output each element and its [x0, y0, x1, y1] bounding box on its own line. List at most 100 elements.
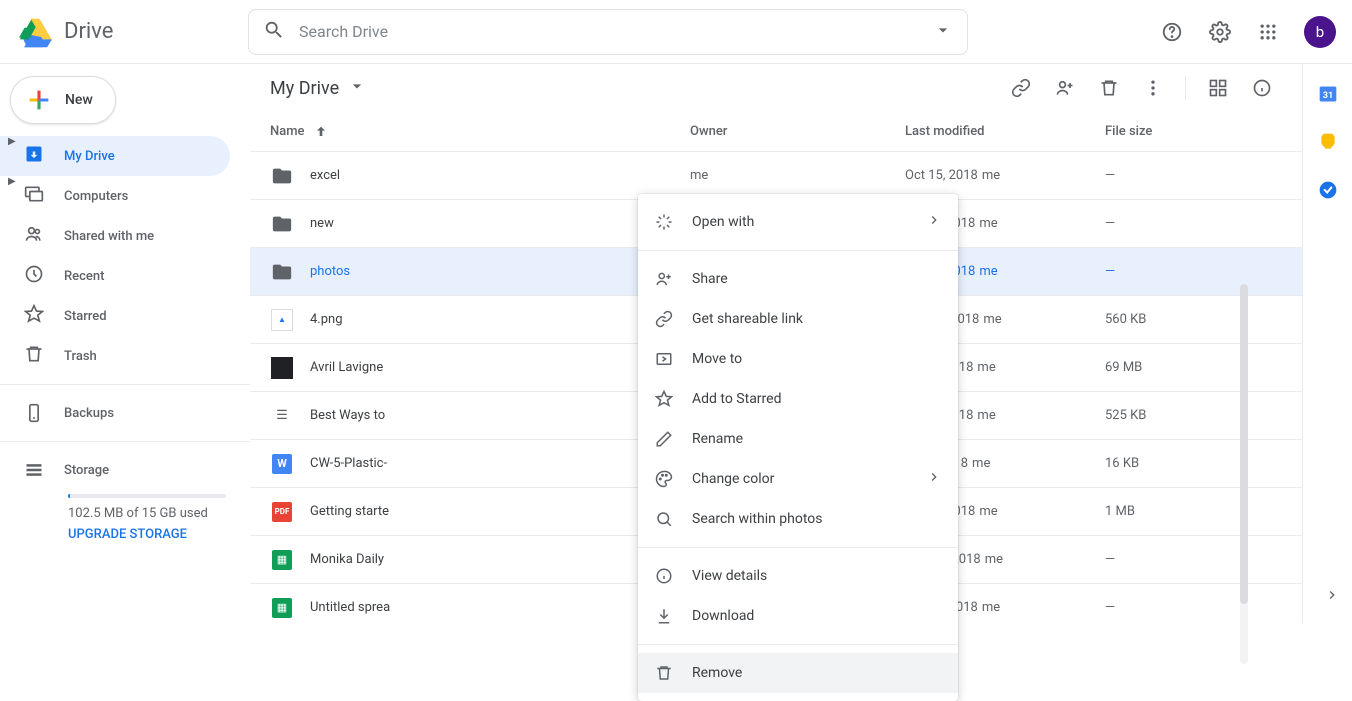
menu-item-label: Rename	[692, 431, 743, 447]
menu-divider	[638, 547, 958, 548]
menu-item-get-shareable-link[interactable]: Get shareable link	[638, 299, 958, 339]
sidebar-item-my-drive[interactable]: My Drive	[0, 136, 230, 176]
file-size: —	[1105, 264, 1282, 279]
new-button[interactable]: New	[10, 76, 116, 124]
tasks-addon-icon[interactable]	[1318, 180, 1338, 200]
search-options-dropdown-icon[interactable]	[933, 20, 953, 44]
sidebar-item-shared-with-me[interactable]: Shared with me	[0, 216, 230, 256]
sidebar-item-recent[interactable]: Recent	[0, 256, 230, 296]
file-modified: Oct 15, 2018me	[905, 168, 1105, 183]
column-name[interactable]: Name	[270, 124, 690, 140]
sidebar-item-label: Shared with me	[64, 229, 154, 244]
menu-item-search-within-photos[interactable]: Search within photos	[638, 499, 958, 539]
side-panel: 31	[1302, 64, 1352, 623]
sidebar-item-computers[interactable]: Computers	[0, 176, 230, 216]
more-options-icon[interactable]	[1133, 68, 1173, 108]
file-type-icon: ▦	[270, 596, 294, 620]
menu-item-label: Download	[692, 608, 754, 624]
search-bar[interactable]	[248, 9, 968, 55]
menu-item-share[interactable]: Share	[638, 259, 958, 299]
calendar-addon-icon[interactable]: 31	[1318, 84, 1338, 104]
expand-caret-icon[interactable]: ▶	[8, 176, 20, 187]
menu-item-add-to-starred[interactable]: Add to Starred	[638, 379, 958, 419]
file-name: Getting starte	[310, 504, 389, 519]
sidebar-item-starred[interactable]: Starred	[0, 296, 230, 336]
column-size[interactable]: File size	[1105, 124, 1282, 139]
file-name: 4.png	[310, 312, 343, 327]
view-details-icon[interactable]	[1242, 68, 1282, 108]
column-modified[interactable]: Last modified	[905, 124, 1105, 139]
file-name: Untitled sprea	[310, 600, 390, 615]
settings-icon[interactable]	[1200, 12, 1240, 52]
menu-divider	[638, 250, 958, 251]
get-link-icon[interactable]	[1001, 68, 1041, 108]
info-icon	[654, 566, 674, 586]
svg-text:31: 31	[1322, 91, 1333, 101]
search-container	[248, 9, 968, 55]
sidebar-divider	[0, 441, 250, 442]
nav-icon	[24, 264, 44, 288]
hide-side-panel-icon[interactable]	[1324, 587, 1340, 607]
share-icon[interactable]	[1045, 68, 1085, 108]
menu-item-label: Add to Starred	[692, 391, 781, 407]
sidebar-item-storage[interactable]: Storage	[0, 450, 250, 490]
search-input[interactable]	[299, 22, 923, 41]
file-size: 1 MB	[1105, 504, 1282, 519]
nav-icon	[24, 184, 44, 208]
menu-item-move-to[interactable]: Move to	[638, 339, 958, 379]
file-type-icon: ▲	[270, 308, 294, 332]
menu-item-open-with[interactable]: Open with	[638, 202, 958, 242]
user-avatar[interactable]: b	[1304, 16, 1336, 48]
trash-icon	[654, 663, 674, 683]
move-icon	[654, 349, 674, 369]
sidebar-item-label: Computers	[64, 189, 128, 204]
help-icon[interactable]	[1152, 12, 1192, 52]
keep-addon-icon[interactable]	[1318, 132, 1338, 152]
menu-item-download[interactable]: Download	[638, 596, 958, 636]
file-type-icon	[270, 260, 294, 284]
logo-area[interactable]: Drive	[16, 12, 248, 52]
plus-icon	[25, 86, 53, 114]
link-icon	[654, 309, 674, 329]
column-owner[interactable]: Owner	[690, 124, 905, 139]
menu-item-remove[interactable]: Remove	[638, 653, 958, 693]
sidebar-item-trash[interactable]: Trash	[0, 336, 230, 376]
palette-icon	[654, 469, 674, 489]
content-toolbar: My Drive	[250, 64, 1302, 112]
menu-divider	[638, 644, 958, 645]
file-size: —	[1105, 600, 1282, 615]
chevron-right-icon	[926, 469, 942, 489]
file-row[interactable]: excel me Oct 15, 2018me —	[250, 152, 1302, 200]
open-icon	[654, 212, 674, 232]
nav-icon	[24, 224, 44, 248]
menu-item-label: Get shareable link	[692, 311, 803, 327]
sidebar-item-backups[interactable]: Backups	[0, 393, 230, 433]
header: Drive b	[0, 0, 1352, 64]
menu-item-view-details[interactable]: View details	[638, 556, 958, 596]
backup-icon	[24, 403, 44, 423]
sidebar-item-label: Recent	[64, 269, 104, 284]
file-size: 525 KB	[1105, 408, 1282, 423]
trash-icon[interactable]	[1089, 68, 1129, 108]
scrollbar[interactable]	[1240, 284, 1248, 664]
breadcrumb[interactable]: My Drive	[258, 70, 369, 107]
file-owner: me	[690, 168, 905, 183]
rename-icon	[654, 429, 674, 449]
view-grid-icon[interactable]	[1198, 68, 1238, 108]
file-type-icon	[270, 212, 294, 236]
sidebar-item-label: My Drive	[64, 149, 115, 164]
sidebar-item-label: Backups	[64, 406, 114, 421]
apps-grid-icon[interactable]	[1248, 12, 1288, 52]
menu-item-label: Share	[692, 271, 728, 287]
storage-label: Storage	[64, 463, 109, 478]
file-type-icon	[270, 164, 294, 188]
chevron-right-icon	[926, 212, 942, 232]
menu-item-rename[interactable]: Rename	[638, 419, 958, 459]
menu-item-label: Move to	[692, 351, 742, 367]
sidebar: New ▶ My Drive ▶ Computers Shared with me Rec…	[0, 64, 250, 623]
expand-caret-icon[interactable]: ▶	[8, 136, 20, 147]
menu-item-change-color[interactable]: Change color	[638, 459, 958, 499]
upgrade-storage-link[interactable]: UPGRADE STORAGE	[0, 527, 250, 542]
file-size: 560 KB	[1105, 312, 1282, 327]
file-size: 69 MB	[1105, 360, 1282, 375]
